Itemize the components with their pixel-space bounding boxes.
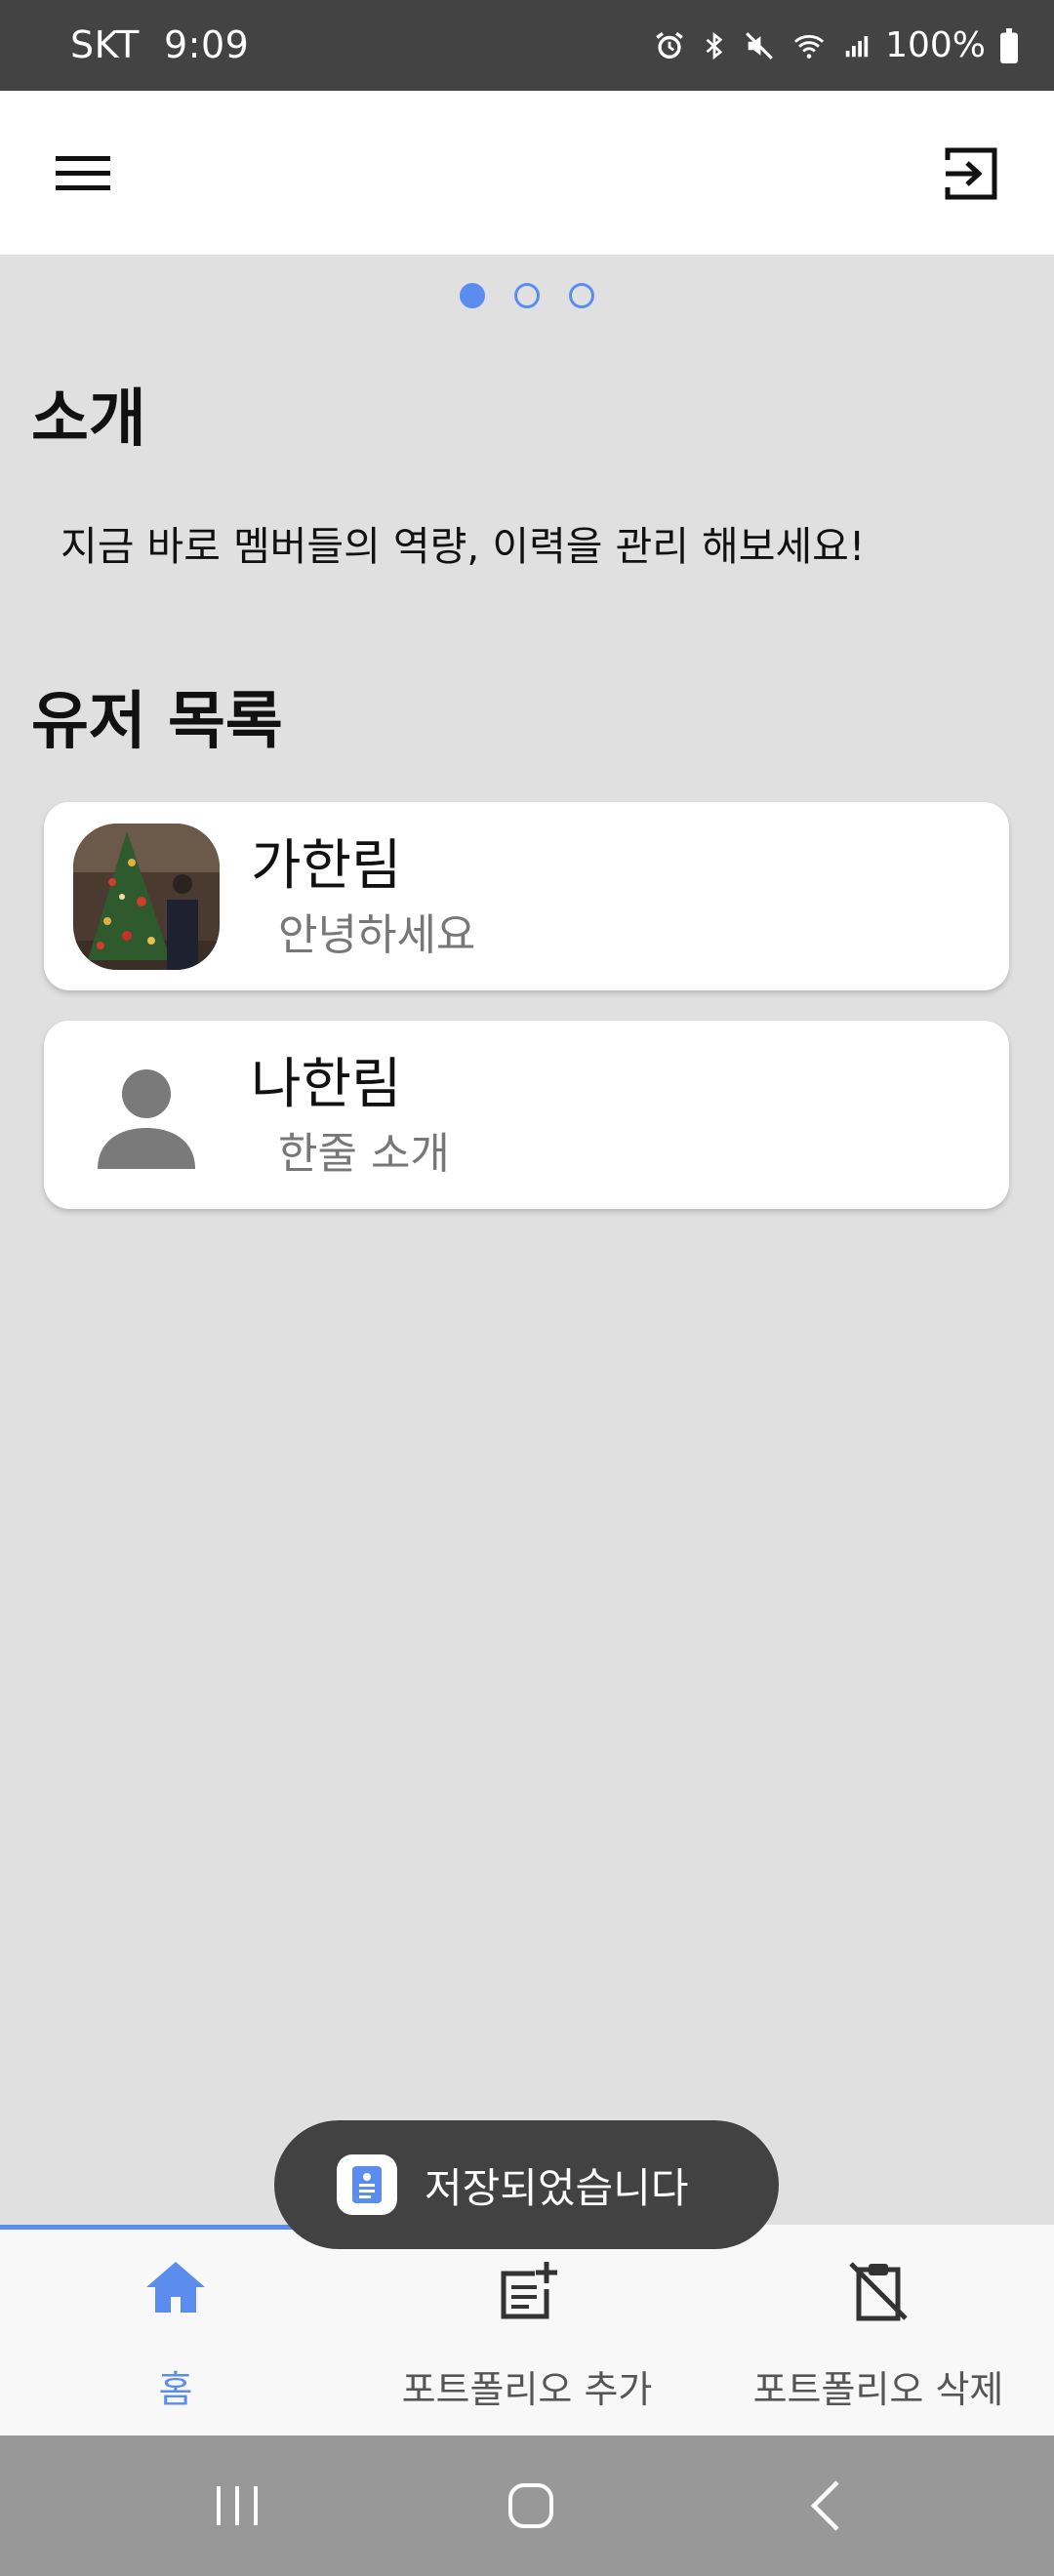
clock: 9:09 — [163, 23, 250, 66]
toast: 저장되었습니다 — [274, 2120, 779, 2249]
page-dot-3[interactable] — [569, 283, 594, 308]
battery-icon — [1000, 27, 1018, 63]
back-button[interactable] — [767, 2465, 884, 2547]
home-circle-icon — [508, 2483, 553, 2528]
status-bar: SKT 9:09 100% — [0, 0, 1054, 91]
menu-button[interactable] — [39, 130, 127, 218]
recent-apps-icon — [217, 2486, 258, 2525]
toast-message: 저장되었습니다 — [425, 2163, 689, 2212]
user-card[interactable]: 가한림 안녕하세요 — [44, 802, 1009, 990]
intro-text: 지금 바로 멤버들의 역량, 이력을 관리 해보세요! — [61, 523, 866, 570]
status-icons: 100% — [653, 0, 1019, 91]
recent-apps-button[interactable] — [179, 2465, 296, 2547]
nav-add-portfolio-label: 포트폴리오 추가 — [401, 2368, 653, 2411]
nav-home-label: 홈 — [158, 2368, 193, 2411]
page-dot-2[interactable] — [514, 283, 540, 308]
default-person-icon — [73, 1042, 220, 1188]
nav-add-portfolio[interactable]: 포트폴리오 추가 — [351, 2225, 703, 2435]
hamburger-menu-icon — [56, 156, 110, 190]
user-avatar-photo — [73, 824, 220, 970]
nav-delete-portfolio[interactable]: 포트폴리오 삭제 — [703, 2225, 1054, 2435]
logout-button[interactable] — [927, 130, 1015, 218]
user-name: 나한림 — [251, 1053, 402, 1116]
wifi-icon — [793, 34, 825, 59]
user-list-title: 유저 목록 — [31, 686, 283, 758]
add-note-icon — [501, 2262, 557, 2319]
user-intro: 안녕하세요 — [278, 910, 476, 960]
user-intro: 한줄 소개 — [278, 1129, 450, 1179]
intro-title: 소개 — [31, 383, 146, 456]
user-name: 가한림 — [251, 834, 402, 898]
nav-home[interactable]: 홈 — [0, 2225, 351, 2435]
status-left: SKT 9:09 — [70, 0, 249, 91]
battery-percent: 100% — [885, 25, 986, 65]
mute-icon — [746, 31, 773, 60]
home-icon — [146, 2262, 205, 2313]
carrier-label: SKT — [70, 23, 140, 66]
alarm-icon — [656, 31, 683, 59]
logout-icon — [945, 147, 997, 200]
page-dot-1[interactable] — [460, 283, 485, 308]
nav-delete-portfolio-label: 포트폴리오 삭제 — [752, 2368, 1004, 2411]
page-indicator — [0, 283, 1054, 308]
app-document-icon — [337, 2154, 397, 2215]
signal-icon — [845, 35, 869, 57]
user-card[interactable]: 나한림 한줄 소개 — [44, 1021, 1009, 1209]
bluetooth-icon — [706, 31, 723, 60]
app-bar — [0, 91, 1054, 255]
delete-clipboard-icon — [849, 2262, 908, 2321]
bottom-navigation: 홈 포트폴리오 추가 포트폴리오 삭제 — [0, 2225, 1054, 2435]
back-chevron-icon — [810, 2480, 839, 2531]
system-navigation-bar — [0, 2435, 1054, 2576]
home-system-button[interactable] — [472, 2465, 589, 2547]
